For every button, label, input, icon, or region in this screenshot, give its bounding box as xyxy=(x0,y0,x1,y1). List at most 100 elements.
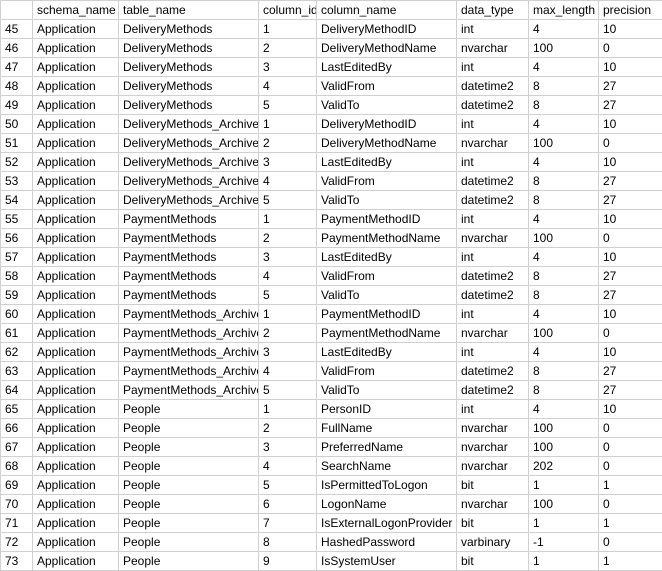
prec-cell[interactable]: 10 xyxy=(599,210,662,229)
colid-cell[interactable]: 2 xyxy=(259,324,317,343)
colid-cell[interactable]: 1 xyxy=(259,400,317,419)
colid-cell[interactable]: 2 xyxy=(259,39,317,58)
dtype-cell[interactable]: int xyxy=(457,248,529,267)
rownum-cell[interactable]: 64 xyxy=(1,381,33,400)
header-precision[interactable]: precision xyxy=(599,1,662,20)
table-row[interactable]: 73ApplicationPeople9IsSystemUserbit11 xyxy=(1,552,662,571)
prec-cell[interactable]: 10 xyxy=(599,305,662,324)
dtype-cell[interactable]: int xyxy=(457,305,529,324)
colname-cell[interactable]: ValidTo xyxy=(317,381,457,400)
rownum-cell[interactable]: 62 xyxy=(1,343,33,362)
prec-cell[interactable]: 10 xyxy=(599,153,662,172)
colname-cell[interactable]: PreferredName xyxy=(317,438,457,457)
dtype-cell[interactable]: datetime2 xyxy=(457,96,529,115)
dtype-cell[interactable]: datetime2 xyxy=(457,191,529,210)
colid-cell[interactable]: 3 xyxy=(259,153,317,172)
maxlen-cell[interactable]: 100 xyxy=(529,229,599,248)
prec-cell[interactable]: 10 xyxy=(599,58,662,77)
maxlen-cell[interactable]: 100 xyxy=(529,495,599,514)
maxlen-cell[interactable]: 8 xyxy=(529,286,599,305)
schema-cell[interactable]: Application xyxy=(33,305,119,324)
prec-cell[interactable]: 27 xyxy=(599,77,662,96)
table-row[interactable]: 46ApplicationDeliveryMethods2DeliveryMet… xyxy=(1,39,662,58)
table-cell[interactable]: People xyxy=(119,552,259,571)
dtype-cell[interactable]: datetime2 xyxy=(457,362,529,381)
maxlen-cell[interactable]: 1 xyxy=(529,476,599,495)
table-row[interactable]: 62ApplicationPaymentMethods_Archive3Last… xyxy=(1,343,662,362)
table-cell[interactable]: PaymentMethods_Archive xyxy=(119,324,259,343)
maxlen-cell[interactable]: 4 xyxy=(529,58,599,77)
rownum-cell[interactable]: 48 xyxy=(1,77,33,96)
table-cell[interactable]: People xyxy=(119,514,259,533)
colid-cell[interactable]: 1 xyxy=(259,305,317,324)
table-row[interactable]: 70ApplicationPeople6LogonNamenvarchar100… xyxy=(1,495,662,514)
prec-cell[interactable]: 27 xyxy=(599,362,662,381)
prec-cell[interactable]: 1 xyxy=(599,476,662,495)
rownum-cell[interactable]: 56 xyxy=(1,229,33,248)
colname-cell[interactable]: ValidTo xyxy=(317,286,457,305)
maxlen-cell[interactable]: 100 xyxy=(529,134,599,153)
dtype-cell[interactable]: bit xyxy=(457,476,529,495)
table-row[interactable]: 57ApplicationPaymentMethods3LastEditedBy… xyxy=(1,248,662,267)
colid-cell[interactable]: 9 xyxy=(259,552,317,571)
maxlen-cell[interactable]: 8 xyxy=(529,77,599,96)
dtype-cell[interactable]: varbinary xyxy=(457,533,529,552)
dtype-cell[interactable]: int xyxy=(457,153,529,172)
prec-cell[interactable]: 0 xyxy=(599,419,662,438)
schema-cell[interactable]: Application xyxy=(33,58,119,77)
table-cell[interactable]: DeliveryMethods_Archive xyxy=(119,153,259,172)
table-row[interactable]: 56ApplicationPaymentMethods2PaymentMetho… xyxy=(1,229,662,248)
colname-cell[interactable]: LastEditedBy xyxy=(317,343,457,362)
schema-cell[interactable]: Application xyxy=(33,457,119,476)
dtype-cell[interactable]: datetime2 xyxy=(457,267,529,286)
rownum-cell[interactable]: 57 xyxy=(1,248,33,267)
table-cell[interactable]: PaymentMethods xyxy=(119,286,259,305)
rownum-cell[interactable]: 60 xyxy=(1,305,33,324)
rownum-cell[interactable]: 70 xyxy=(1,495,33,514)
colname-cell[interactable]: LastEditedBy xyxy=(317,153,457,172)
colid-cell[interactable]: 4 xyxy=(259,362,317,381)
schema-cell[interactable]: Application xyxy=(33,400,119,419)
table-row[interactable]: 68ApplicationPeople4SearchNamenvarchar20… xyxy=(1,457,662,476)
table-row[interactable]: 59ApplicationPaymentMethods5ValidTodatet… xyxy=(1,286,662,305)
colid-cell[interactable]: 3 xyxy=(259,58,317,77)
colname-cell[interactable]: DeliveryMethodID xyxy=(317,20,457,39)
table-row[interactable]: 49ApplicationDeliveryMethods5ValidTodate… xyxy=(1,96,662,115)
prec-cell[interactable]: 0 xyxy=(599,229,662,248)
prec-cell[interactable]: 1 xyxy=(599,552,662,571)
rownum-cell[interactable]: 50 xyxy=(1,115,33,134)
table-row[interactable]: 53ApplicationDeliveryMethods_Archive4Val… xyxy=(1,172,662,191)
table-cell[interactable]: DeliveryMethods_Archive xyxy=(119,172,259,191)
maxlen-cell[interactable]: 100 xyxy=(529,39,599,58)
table-cell[interactable]: PaymentMethods xyxy=(119,248,259,267)
colname-cell[interactable]: PaymentMethodName xyxy=(317,324,457,343)
schema-cell[interactable]: Application xyxy=(33,476,119,495)
prec-cell[interactable]: 10 xyxy=(599,400,662,419)
dtype-cell[interactable]: nvarchar xyxy=(457,324,529,343)
table-cell[interactable]: DeliveryMethods_Archive xyxy=(119,134,259,153)
schema-cell[interactable]: Application xyxy=(33,39,119,58)
schema-cell[interactable]: Application xyxy=(33,172,119,191)
colname-cell[interactable]: DeliveryMethodName xyxy=(317,134,457,153)
table-row[interactable]: 45ApplicationDeliveryMethods1DeliveryMet… xyxy=(1,20,662,39)
maxlen-cell[interactable]: 1 xyxy=(529,552,599,571)
dtype-cell[interactable]: nvarchar xyxy=(457,457,529,476)
table-cell[interactable]: DeliveryMethods xyxy=(119,20,259,39)
table-cell[interactable]: PaymentMethods xyxy=(119,210,259,229)
colname-cell[interactable]: PaymentMethodID xyxy=(317,210,457,229)
table-cell[interactable]: People xyxy=(119,419,259,438)
maxlen-cell[interactable]: 8 xyxy=(529,381,599,400)
maxlen-cell[interactable]: 8 xyxy=(529,191,599,210)
prec-cell[interactable]: 27 xyxy=(599,267,662,286)
table-cell[interactable]: DeliveryMethods_Archive xyxy=(119,115,259,134)
maxlen-cell[interactable]: 8 xyxy=(529,267,599,286)
table-cell[interactable]: People xyxy=(119,457,259,476)
dtype-cell[interactable]: datetime2 xyxy=(457,172,529,191)
schema-cell[interactable]: Application xyxy=(33,286,119,305)
dtype-cell[interactable]: nvarchar xyxy=(457,419,529,438)
colid-cell[interactable]: 8 xyxy=(259,533,317,552)
schema-cell[interactable]: Application xyxy=(33,77,119,96)
table-row[interactable]: 54ApplicationDeliveryMethods_Archive5Val… xyxy=(1,191,662,210)
colid-cell[interactable]: 5 xyxy=(259,96,317,115)
colid-cell[interactable]: 5 xyxy=(259,476,317,495)
